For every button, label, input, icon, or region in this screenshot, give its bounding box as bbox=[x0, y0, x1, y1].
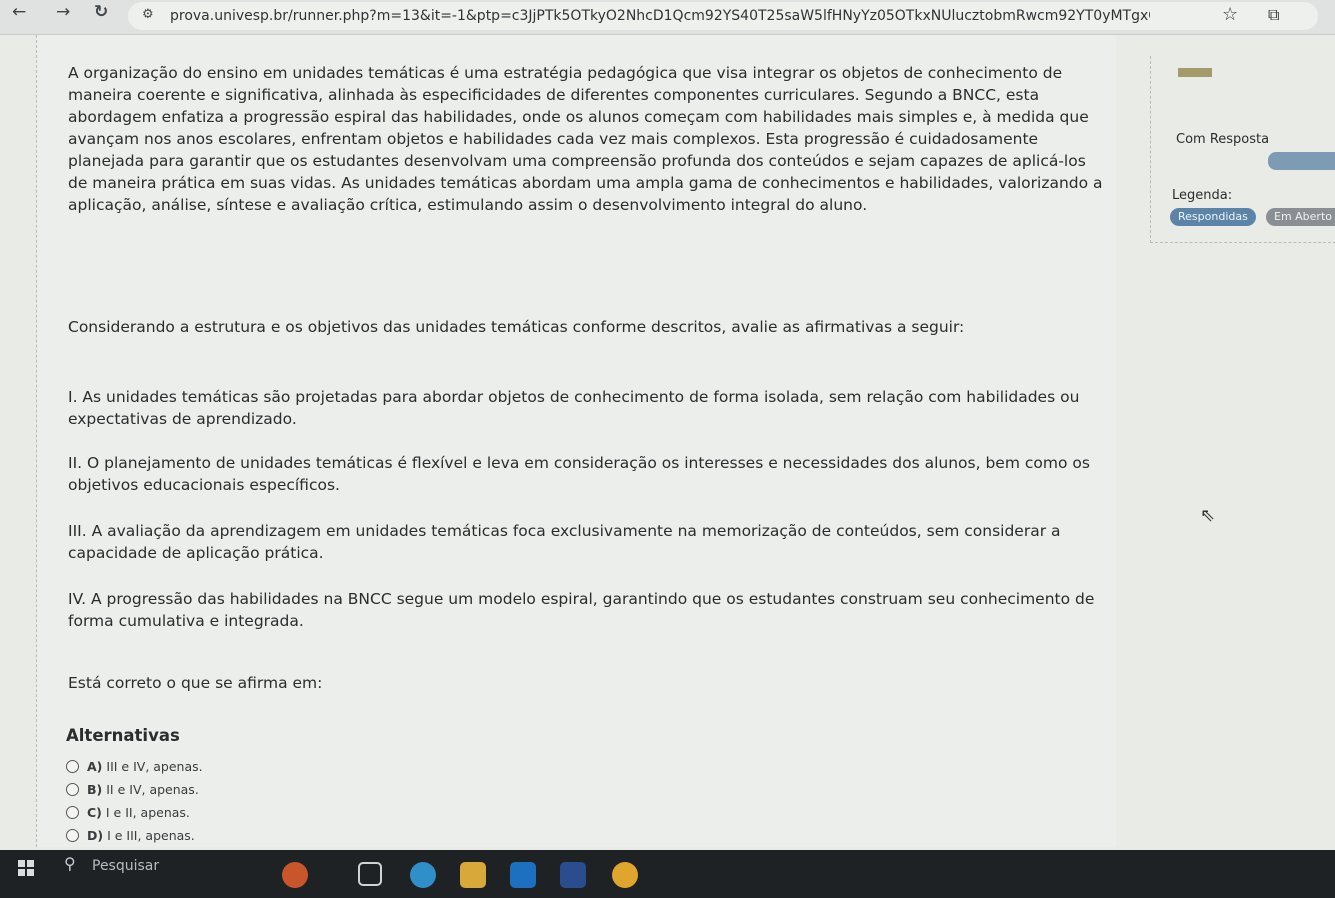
question-prompt: Está correto o que se afirma em: bbox=[68, 674, 323, 692]
reload-icon[interactable]: ↻ bbox=[94, 2, 108, 22]
taskbar-search-input[interactable]: Pesquisar bbox=[92, 858, 159, 874]
bookmark-star-icon[interactable]: ☆ bbox=[1222, 4, 1238, 25]
url-text[interactable]: prova.univesp.br/runner.php?m=13&it=-1&p… bbox=[170, 8, 1150, 24]
chrome-icon[interactable] bbox=[612, 862, 638, 888]
alternative-d[interactable]: D) I e III, apenas. bbox=[66, 825, 195, 845]
store-icon[interactable] bbox=[560, 862, 586, 888]
content-divider bbox=[36, 35, 37, 847]
alternative-text[interactable]: II e IV, apenas. bbox=[106, 782, 199, 797]
radio-button[interactable] bbox=[66, 828, 79, 842]
windows-taskbar: ⚲ Pesquisar bbox=[0, 850, 1335, 898]
extensions-icon[interactable]: ⧉ bbox=[1268, 5, 1279, 25]
statement-3: III. A avaliação da aprendizagem em unid… bbox=[68, 522, 1061, 562]
legend-badge-answered: Respondidas bbox=[1170, 208, 1256, 226]
radio-button[interactable] bbox=[66, 759, 79, 773]
radio-button[interactable] bbox=[66, 805, 79, 819]
file-explorer-icon[interactable] bbox=[460, 862, 486, 888]
alternative-text[interactable]: I e III, apenas. bbox=[107, 828, 195, 843]
alternative-text[interactable]: I e II, apenas. bbox=[106, 805, 190, 820]
statement-1: I. As unidades temáticas são projetadas … bbox=[68, 388, 1080, 428]
address-bar[interactable]: ⚙ prova.univesp.br/runner.php?m=13&it=-1… bbox=[128, 2, 1318, 30]
mouse-cursor-icon: ⇖ bbox=[1200, 505, 1216, 526]
radio-button[interactable] bbox=[66, 782, 79, 796]
statement-2: II. O planejamento de unidades temáticas… bbox=[68, 454, 1090, 494]
status-label: Com Resposta bbox=[1176, 132, 1270, 147]
alternative-text[interactable]: III e IV, apenas. bbox=[106, 759, 202, 774]
answered-progress-bar[interactable] bbox=[1268, 152, 1335, 170]
outlook-icon[interactable] bbox=[510, 862, 536, 888]
statement-4: IV. A progressão das habilidades na BNCC… bbox=[68, 590, 1095, 630]
browser-toolbar: ← → ↻ ⚙ prova.univesp.br/runner.php?m=13… bbox=[0, 0, 1335, 35]
legend-label: Legenda: bbox=[1172, 188, 1233, 203]
widgets-icon[interactable] bbox=[282, 862, 308, 888]
alternative-c[interactable]: C) I e II, apenas. bbox=[66, 802, 190, 822]
back-arrow-icon[interactable]: ← bbox=[12, 2, 26, 22]
windows-start-icon[interactable] bbox=[18, 860, 34, 876]
edge-browser-icon[interactable] bbox=[410, 862, 436, 888]
legend-badge-open: Em Aberto bbox=[1266, 208, 1335, 226]
search-icon[interactable]: ⚲ bbox=[64, 854, 76, 873]
alternative-letter: C) bbox=[87, 804, 102, 820]
task-view-icon[interactable] bbox=[358, 862, 382, 886]
alternative-letter: A) bbox=[87, 758, 103, 774]
panel-marker bbox=[1178, 68, 1212, 77]
question-intro: A organização do ensino em unidades temá… bbox=[68, 64, 1103, 214]
forward-arrow-icon[interactable]: → bbox=[56, 2, 70, 22]
alternative-a[interactable]: A) III e IV, apenas. bbox=[66, 756, 203, 776]
alternative-letter: B) bbox=[87, 781, 103, 797]
question-instruction: Considerando a estrutura e os objetivos … bbox=[68, 318, 965, 336]
alternatives-heading: Alternativas bbox=[66, 726, 180, 745]
site-settings-icon[interactable]: ⚙ bbox=[142, 7, 154, 22]
alternative-letter: D) bbox=[87, 827, 104, 843]
alternative-b[interactable]: B) II e IV, apenas. bbox=[66, 779, 199, 799]
